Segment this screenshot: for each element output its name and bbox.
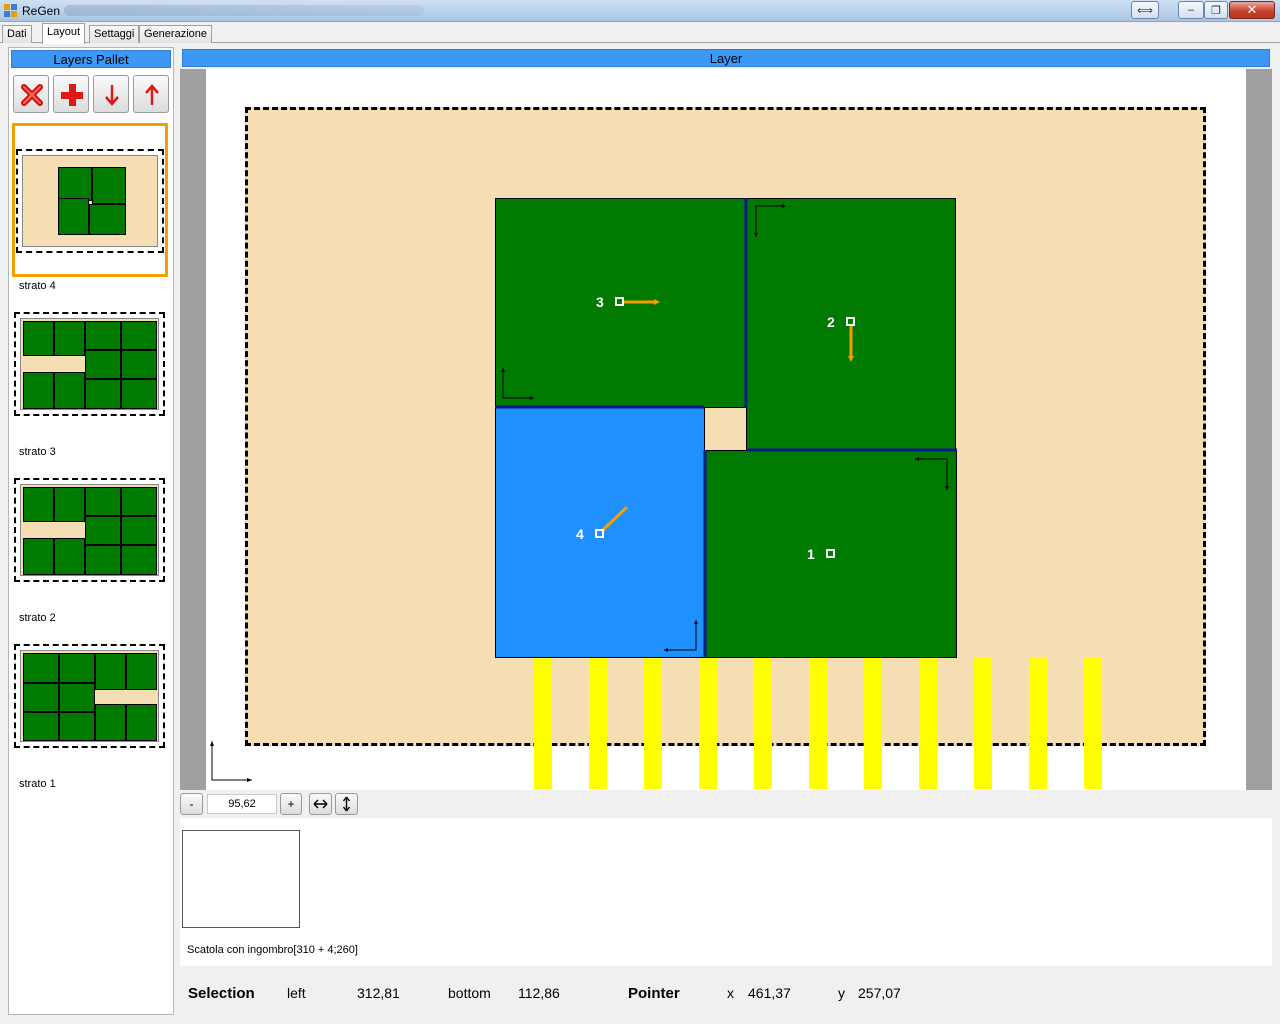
box-preview: [182, 830, 300, 928]
fit-height-button[interactable]: [335, 793, 358, 815]
y-value: 257,07: [858, 985, 901, 1001]
y-label: y: [838, 985, 845, 1001]
pallet-slat: [754, 658, 772, 789]
pallet-slat: [534, 658, 552, 789]
horizontal-arrows-icon: [313, 799, 328, 809]
pallet-slat: [974, 658, 992, 789]
box-4-label: 4: [576, 526, 584, 542]
pallet-slat: [1084, 658, 1102, 789]
tab-layout[interactable]: Layout: [42, 23, 86, 44]
left-value: 312,81: [357, 985, 400, 1001]
selection-label: Selection: [188, 985, 255, 1002]
box-3-handle[interactable]: [615, 297, 624, 306]
pallet-slat: [919, 658, 937, 789]
zoom-input[interactable]: 95,62: [207, 794, 277, 814]
bottom-value: 112,86: [518, 985, 560, 1001]
left-label: left: [287, 985, 306, 1001]
pointer-label: Pointer: [628, 985, 680, 1002]
pallet-slat: [644, 658, 662, 789]
box-2-label: 2: [827, 314, 835, 330]
box-description: Scatola con ingombro[310 + 4;260]: [187, 944, 358, 956]
box-3-label: 3: [596, 294, 604, 310]
pallet-slat: [1029, 658, 1047, 789]
box-info-panel: Scatola con ingombro[310 + 4;260]: [180, 818, 1272, 966]
pallet-slat: [699, 658, 717, 789]
bottom-label: bottom: [448, 985, 491, 1001]
zoom-out-button[interactable]: -: [180, 793, 203, 815]
zoom-in-button[interactable]: +: [280, 793, 302, 815]
fit-width-button[interactable]: [309, 793, 332, 815]
box-4-handle[interactable]: [595, 529, 604, 538]
pallet-slat: [809, 658, 827, 789]
x-label: x: [727, 985, 734, 1001]
box-2-handle[interactable]: [846, 317, 855, 326]
box-1-handle[interactable]: [826, 549, 835, 558]
vertical-arrows-icon: [342, 796, 351, 812]
status-bar: Selection left 312,81 bottom 112,86 Poin…: [180, 970, 1272, 1014]
pallet-slat: [864, 658, 882, 789]
x-value: 461,37: [748, 985, 791, 1001]
box-1-label: 1: [807, 546, 815, 562]
pallet-slat: [589, 658, 607, 789]
main-window: ReGen ⟺ – ❐ ✕ Dati Layout Settaggi Gener…: [0, 0, 1280, 1024]
